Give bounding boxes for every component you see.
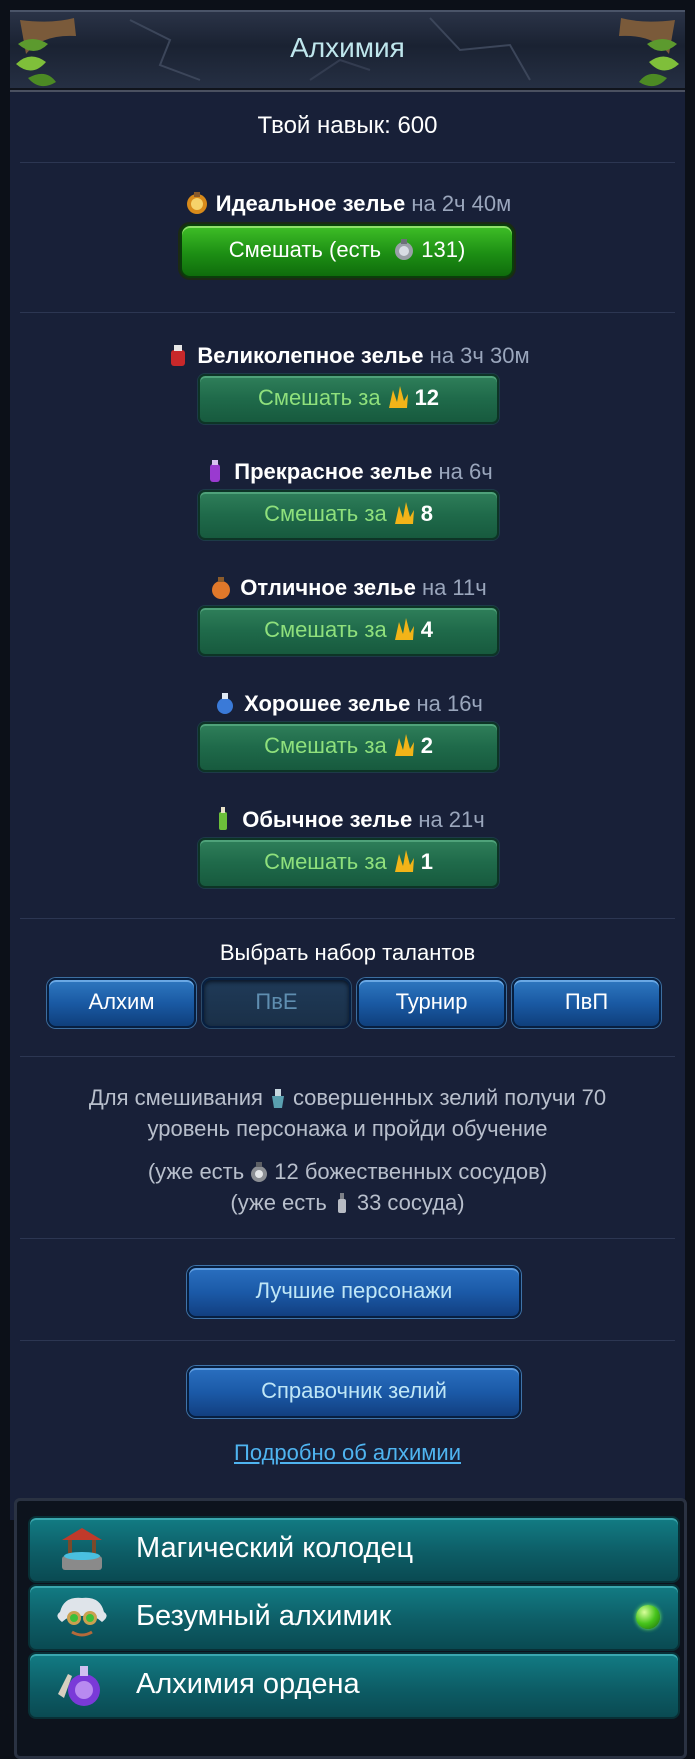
- mix-cost: 8: [420, 501, 433, 526]
- potion-name: Обычное зелье: [242, 807, 413, 832]
- divine-vessel-icon: [251, 1162, 268, 1182]
- gold-crystal-icon: [394, 502, 414, 524]
- mad-alchemist-menu-item[interactable]: Безумный алхимик: [28, 1584, 680, 1651]
- mix-button-label: Смешать за: [264, 849, 387, 874]
- header-bar: Алхимия: [10, 10, 685, 92]
- gold-crystal-icon: [394, 618, 414, 640]
- green-potion-icon: [219, 807, 228, 830]
- talent-set-pve-button[interactable]: ПвЕ: [202, 978, 351, 1028]
- potion-guide-button[interactable]: Справочник зелий: [187, 1366, 521, 1418]
- ideal-potion-icon: [186, 192, 207, 214]
- divider: [20, 162, 675, 163]
- potion-name: Хорошее зелье: [244, 691, 411, 716]
- info-line: Для смешивания совершенных зелий получи 7…: [10, 1083, 685, 1113]
- page-title: Алхимия: [290, 32, 405, 63]
- magic-well-icon: [62, 1528, 102, 1570]
- mix-cost: 1: [420, 849, 433, 874]
- divider: [20, 1340, 675, 1341]
- talent-set-alchim-button[interactable]: Алхим: [47, 978, 196, 1028]
- info-text: 12 божественных сосудов): [274, 1159, 548, 1184]
- talent-set-pvp-button[interactable]: ПвП: [512, 978, 661, 1028]
- talents-title: Выбрать набор талантов: [219, 940, 476, 965]
- info-line: (уже есть 12 божественных сосудов): [10, 1157, 685, 1187]
- purple-potion-icon: [210, 460, 221, 482]
- mad-alchemist-icon: [57, 1597, 107, 1637]
- perfect-flask-icon: [271, 1089, 284, 1108]
- info-text: (уже есть: [147, 1159, 245, 1184]
- potion-row: Прекрасное зелье на 6ч: [10, 458, 685, 485]
- mix-button-label: Смешать за: [264, 617, 387, 642]
- potion-duration: на 11ч: [421, 575, 487, 600]
- order-alchemy-icon: [58, 1666, 100, 1706]
- mix-cost: 2: [420, 733, 433, 758]
- order-alchemy-menu-item[interactable]: Алхимия ордена: [28, 1652, 680, 1719]
- potion-row: Обычное зелье на 21ч: [10, 806, 685, 833]
- potion-row: Хорошее зелье на 16ч: [10, 690, 685, 717]
- skill-level: Твой навык: 600: [257, 112, 438, 139]
- divider: [20, 918, 675, 919]
- talent-set-tournament-button[interactable]: Турнир: [357, 978, 506, 1028]
- info-text: Для смешивания: [88, 1085, 263, 1110]
- orange-potion-icon: [212, 577, 231, 599]
- magic-well-menu-item[interactable]: Магический колодец: [28, 1516, 680, 1583]
- info-text: совершенных зелий получи 70: [292, 1085, 607, 1110]
- info-line: (уже есть 33 сосуда): [10, 1188, 685, 1218]
- menu-item-label: Безумный алхимик: [136, 1600, 392, 1632]
- mix-potion-button[interactable]: Смешать за 2: [198, 722, 499, 772]
- blue-potion-icon: [217, 693, 234, 714]
- mix-potion-button[interactable]: Смешать за 4: [198, 606, 499, 656]
- mix-potion-button[interactable]: Смешать за 8: [198, 490, 499, 540]
- divider: [20, 1056, 675, 1057]
- status-indicator-icon: [636, 1605, 660, 1629]
- potion-row: Великолепное зелье на 3ч 30м: [10, 342, 685, 369]
- potion-duration: на 21ч: [418, 807, 485, 832]
- mix-cost: 4: [420, 617, 433, 642]
- info-text: (уже есть: [230, 1190, 327, 1215]
- mix-ideal-button[interactable]: Смешать (есть 131): [180, 224, 514, 278]
- potion-duration: на 2ч 40м: [411, 191, 512, 216]
- divider: [20, 312, 675, 313]
- ideal-potion-row: Идеальное зелье на 2ч 40м: [10, 190, 685, 217]
- gold-crystal-icon: [394, 734, 414, 756]
- mix-button-label: Смешать за: [257, 385, 381, 410]
- potion-name: Отличное зелье: [240, 575, 416, 600]
- mix-button-label: Смешать за: [264, 501, 387, 526]
- menu-item-label: Алхимия ордена: [136, 1668, 360, 1700]
- potion-name: Прекрасное зелье: [234, 459, 433, 484]
- potion-duration: на 16ч: [416, 691, 483, 716]
- mix-potion-button[interactable]: Смешать за 12: [198, 374, 499, 424]
- flask-count: 131): [421, 237, 466, 262]
- red-potion-icon: [171, 345, 186, 366]
- potion-name: Великолепное зелье: [197, 343, 424, 368]
- flask-icon: [395, 239, 414, 260]
- vessel-icon: [337, 1193, 346, 1213]
- gold-crystal-icon: [394, 850, 414, 872]
- best-characters-button[interactable]: Лучшие персонажи: [187, 1266, 521, 1318]
- info-text: 33 сосуда): [356, 1190, 465, 1215]
- divider: [20, 1238, 675, 1239]
- gold-crystal-icon: [388, 386, 408, 408]
- alchemy-details-link[interactable]: Подробно об алхимии: [10, 1440, 685, 1466]
- potion-name: Идеальное зелье: [215, 191, 406, 216]
- mix-button-label: Смешать (есть: [228, 237, 382, 262]
- mix-button-label: Смешать за: [264, 733, 387, 758]
- menu-item-label: Магический колодец: [136, 1532, 414, 1564]
- mix-potion-button[interactable]: Смешать за 1: [198, 838, 499, 888]
- info-line: уровень персонажа и пройди обучение: [147, 1116, 548, 1141]
- mix-cost: 12: [414, 385, 440, 410]
- potion-row: Отличное зелье на 11ч: [10, 574, 685, 601]
- potion-duration: на 6ч: [438, 459, 493, 484]
- potion-duration: на 3ч 30м: [429, 343, 530, 368]
